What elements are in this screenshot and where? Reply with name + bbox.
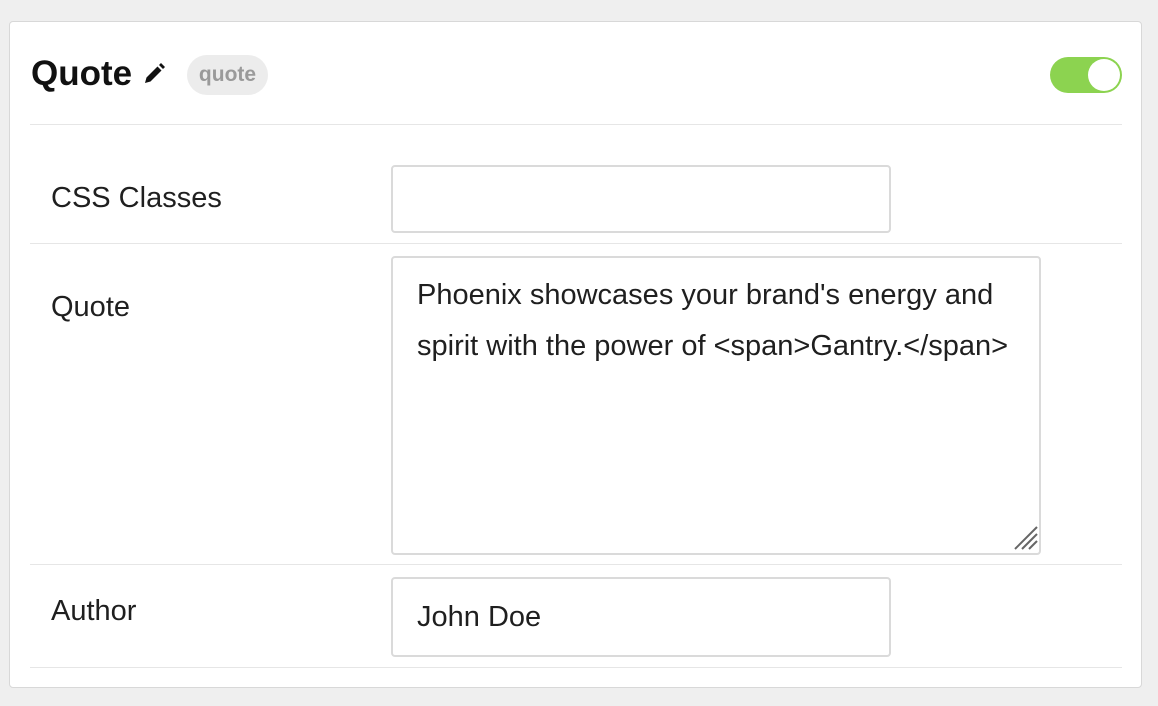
- quote-label: Quote: [51, 291, 130, 323]
- resize-grip-icon[interactable]: [1011, 523, 1039, 551]
- toggle-knob: [1088, 59, 1120, 91]
- pencil-icon[interactable]: [142, 62, 166, 86]
- author-label: Author: [51, 595, 137, 627]
- quote-particle-panel: Quote quote CSS Classes Quote Phoenix sh…: [9, 21, 1142, 688]
- css-classes-label: CSS Classes: [51, 182, 222, 214]
- quote-row: Quote Phoenix showcases your brand's ene…: [30, 244, 1122, 565]
- author-input[interactable]: [391, 577, 891, 657]
- particle-type-badge: quote: [187, 55, 268, 95]
- css-classes-input[interactable]: [391, 165, 891, 233]
- enable-toggle[interactable]: [1050, 57, 1122, 93]
- panel-header: Quote quote: [30, 22, 1122, 125]
- panel-title: Quote: [31, 54, 133, 93]
- author-row: Author: [30, 565, 1122, 668]
- quote-textarea[interactable]: Phoenix showcases your brand's energy an…: [391, 256, 1041, 555]
- css-classes-row: CSS Classes: [30, 125, 1122, 244]
